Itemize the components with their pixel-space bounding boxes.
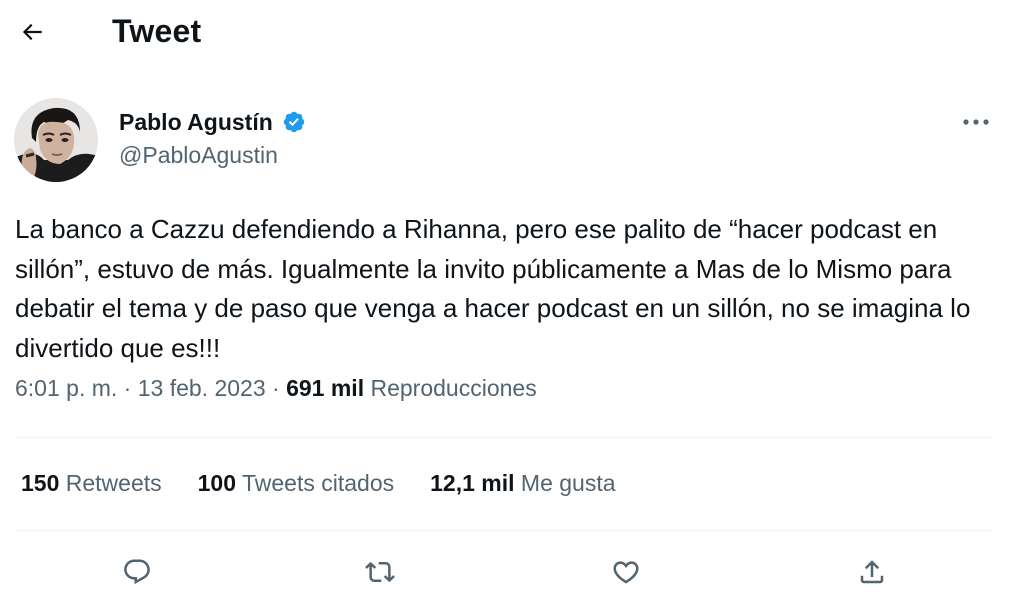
- likes-label: Me gusta: [520, 470, 616, 496]
- tweet-stats: 150 Retweets 100 Tweets citados 12,1 mil…: [21, 470, 652, 497]
- verified-badge-icon: [282, 110, 306, 134]
- heart-icon: [613, 561, 639, 584]
- retweets-label: Retweets: [65, 470, 162, 496]
- likes-count: 12,1 mil: [430, 470, 515, 496]
- back-button[interactable]: [14, 14, 50, 50]
- avatar[interactable]: [14, 98, 98, 182]
- tweet-time[interactable]: 6:01 p. m.: [15, 375, 117, 401]
- arrow-left-icon: [22, 23, 42, 41]
- like-button[interactable]: [606, 552, 646, 592]
- meta-separator: ·: [272, 375, 280, 401]
- author-handle[interactable]: @PabloAgustin: [119, 142, 278, 169]
- share-button[interactable]: [852, 552, 892, 592]
- profile-photo: [14, 98, 98, 182]
- more-horizontal-icon: [963, 119, 989, 125]
- quotes-stat[interactable]: 100 Tweets citados: [198, 470, 395, 497]
- meta-separator: ·: [123, 375, 132, 401]
- divider: [15, 530, 993, 531]
- retweet-icon: [365, 561, 395, 583]
- tweet-meta: 6:01 p. m. · 13 feb. 2023 · 691 mil Repr…: [15, 375, 537, 402]
- retweet-button[interactable]: [360, 552, 400, 592]
- tweet-header: Tweet: [0, 0, 1023, 68]
- reply-icon: [124, 559, 150, 585]
- quotes-count: 100: [197, 470, 237, 496]
- quotes-label: Tweets citados: [242, 470, 395, 496]
- page-title: Tweet: [112, 13, 202, 49]
- divider: [15, 437, 993, 438]
- author-name[interactable]: Pablo Agustín: [119, 109, 273, 136]
- author-name-row[interactable]: Pablo Agustín: [119, 106, 306, 138]
- retweets-count: 150: [21, 470, 60, 496]
- views-label: Reproducciones: [370, 375, 537, 401]
- retweets-stat[interactable]: 150 Retweets: [21, 470, 162, 497]
- reply-button[interactable]: [117, 552, 157, 592]
- tweet-date[interactable]: 13 feb. 2023: [138, 375, 266, 401]
- more-options-button[interactable]: [956, 106, 996, 138]
- likes-stat[interactable]: 12,1 mil Me gusta: [430, 470, 615, 497]
- views-count: 691 mil: [286, 375, 365, 401]
- tweet-text: La banco a Cazzu defendiendo a Rihanna, …: [15, 214, 971, 363]
- tweet-actions: [0, 552, 1023, 592]
- share-icon: [860, 560, 884, 584]
